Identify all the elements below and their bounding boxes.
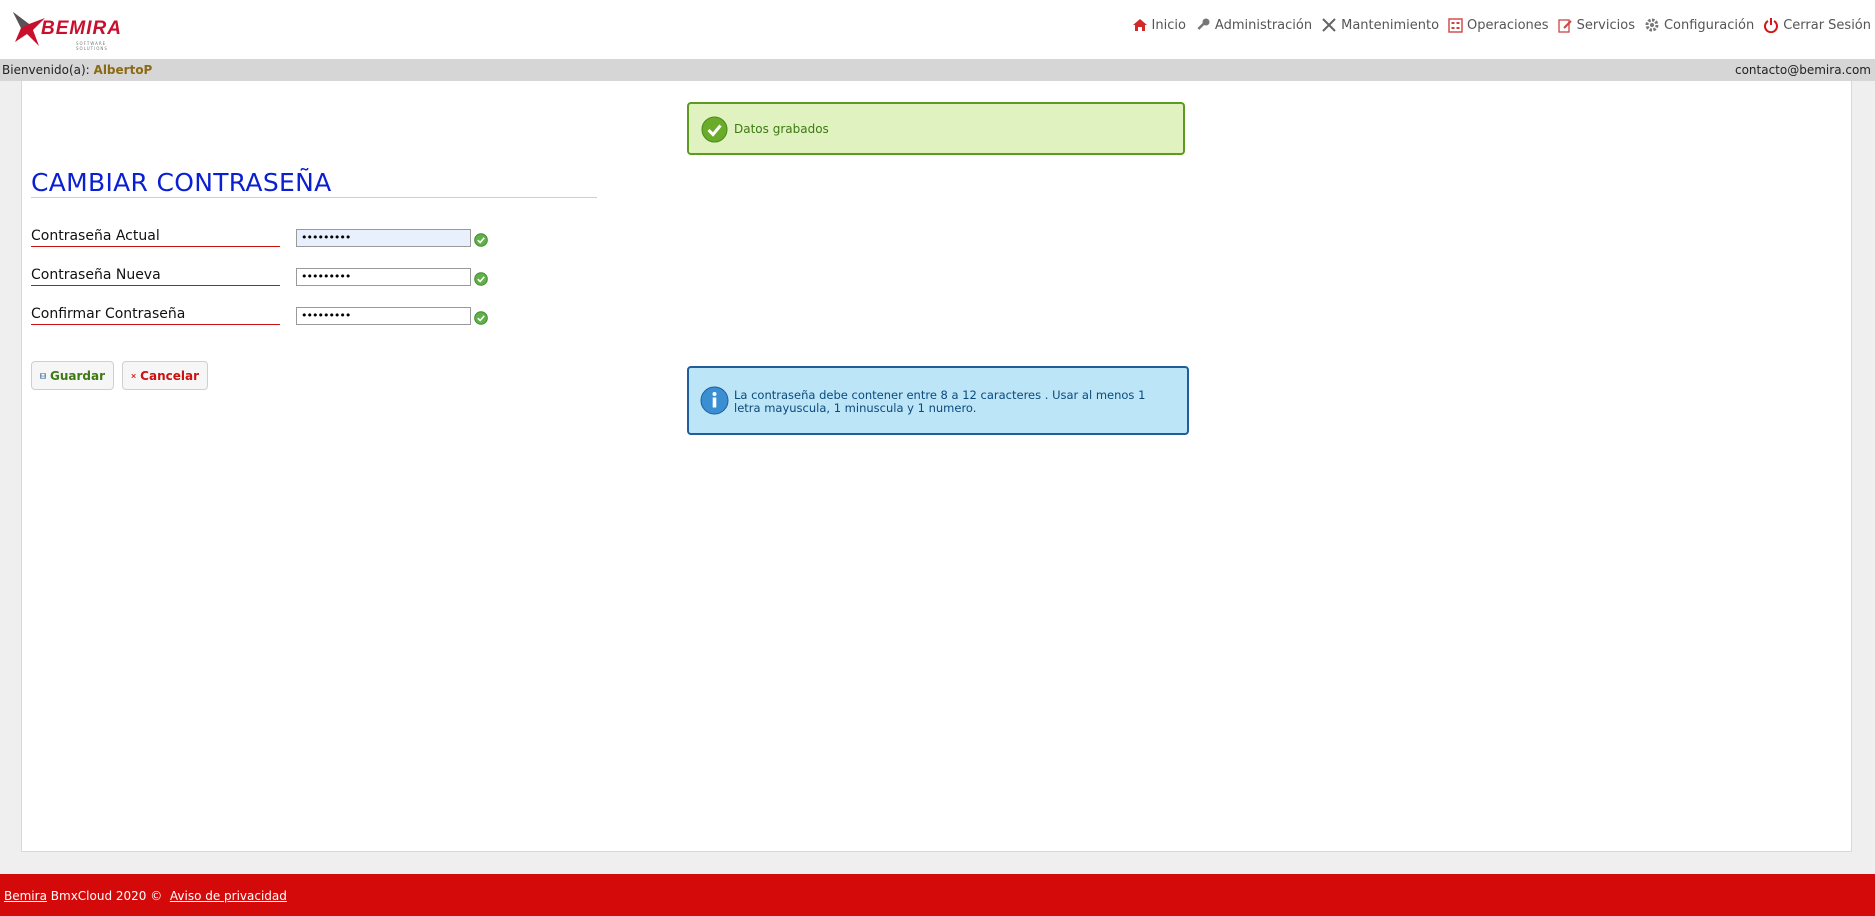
user-bar: Bienvenido(a): AlbertoP contacto@bemira.… <box>0 59 1875 81</box>
title-divider <box>31 197 597 198</box>
edit-icon <box>1557 18 1572 33</box>
current-password-label: Contraseña Actual <box>31 228 280 247</box>
cancel-label: Cancelar <box>140 368 199 383</box>
logo-subtitle: SOFTWARE SOLUTIONS <box>76 41 108 51</box>
nav-label: Inicio <box>1151 17 1186 33</box>
new-password-input[interactable]: ••••••••• <box>296 268 471 286</box>
gear-icon <box>1645 18 1659 32</box>
nav-label: Mantenimiento <box>1341 17 1440 33</box>
floppy-disk-icon <box>40 372 46 379</box>
calculator-icon <box>1448 17 1463 33</box>
info-icon <box>700 386 729 415</box>
close-icon <box>131 373 136 378</box>
welcome-text: Bienvenido(a): AlbertoP <box>2 59 152 81</box>
confirm-password-label: Confirmar Contraseña <box>31 306 280 325</box>
nav-inicio[interactable]: Inicio <box>1132 18 1186 33</box>
bemira-logo[interactable]: BEMIRA SOFTWARE SOLUTIONS <box>9 8 139 51</box>
nav-label: Cerrar Sesión <box>1783 17 1871 33</box>
nav-label: Servicios <box>1576 17 1635 33</box>
valid-check-icon <box>474 233 488 247</box>
success-message: Datos grabados <box>734 122 829 136</box>
success-alert: Datos grabados <box>687 102 1185 155</box>
power-icon <box>1764 18 1779 33</box>
nav-administracion[interactable]: Administración <box>1195 17 1312 33</box>
tools-icon <box>1322 18 1336 32</box>
main-nav: Inicio Administración Mantenimiento Oper… <box>1123 17 1871 33</box>
info-message: La contraseña debe contener entre 8 a 12… <box>734 388 1146 415</box>
contact-email: contacto@bemira.com <box>1734 63 1871 77</box>
logo-text: BEMIRA <box>41 18 122 39</box>
footer-copyright: BmxCloud 2020 © <box>50 889 163 903</box>
bemira-link[interactable]: Bemira <box>4 889 47 903</box>
nav-label: Operaciones <box>1467 17 1549 33</box>
nav-label: Configuración <box>1663 17 1755 33</box>
valid-check-icon <box>474 311 488 325</box>
header: BEMIRA SOFTWARE SOLUTIONS Inicio Adminis… <box>0 0 1875 59</box>
key-icon <box>1197 18 1210 30</box>
welcome-label: Bienvenido(a): <box>2 63 90 77</box>
success-check-icon <box>701 116 728 143</box>
footer-content: Bemira BmxCloud 2020 © Aviso de privacid… <box>4 889 287 903</box>
nav-servicios[interactable]: Servicios <box>1557 17 1635 33</box>
info-alert: La contraseña debe contener entre 8 a 12… <box>687 366 1189 435</box>
footer: Bemira BmxCloud 2020 © Aviso de privacid… <box>0 874 1875 916</box>
nav-configuracion[interactable]: Configuración <box>1644 17 1754 33</box>
nav-operaciones[interactable]: Operaciones <box>1448 18 1549 33</box>
save-label: Guardar <box>49 368 105 383</box>
current-password-input[interactable]: ••••••••• <box>296 229 471 247</box>
valid-check-icon <box>474 272 488 286</box>
username: AlbertoP <box>93 63 153 77</box>
home-icon <box>1132 19 1147 31</box>
nav-mantenimiento[interactable]: Mantenimiento <box>1321 17 1439 33</box>
page-title: CAMBIAR CONTRASEÑA <box>31 168 332 197</box>
confirm-password-input[interactable]: ••••••••• <box>296 307 471 325</box>
privacy-link[interactable]: Aviso de privacidad <box>170 889 287 903</box>
nav-cerrar-sesion[interactable]: Cerrar Sesión <box>1763 17 1871 33</box>
nav-label: Administración <box>1214 17 1313 33</box>
new-password-label: Contraseña Nueva <box>31 267 280 286</box>
save-button[interactable]: Guardar <box>31 361 114 390</box>
cancel-button[interactable]: Cancelar <box>122 361 208 390</box>
